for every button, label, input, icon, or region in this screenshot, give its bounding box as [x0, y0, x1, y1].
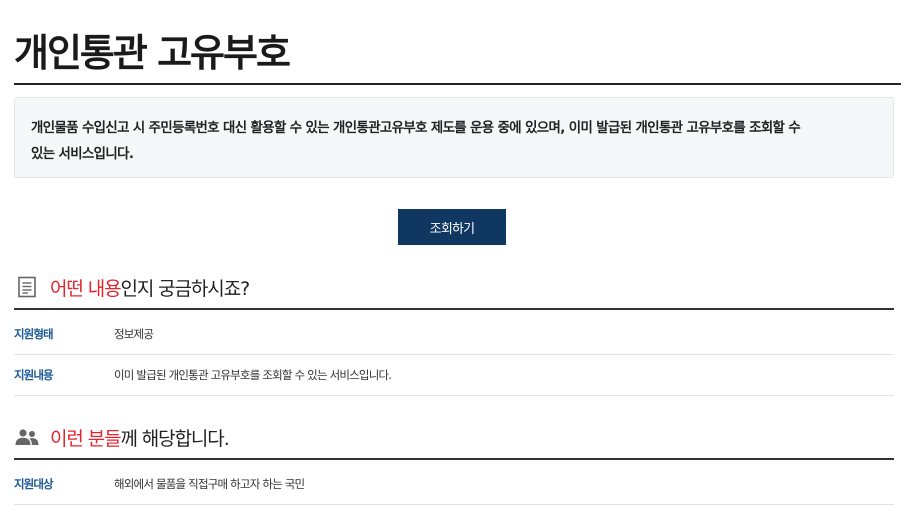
section-heading-text: 어떤 내용인지 궁금하시죠? [50, 274, 250, 301]
section-heading-text: 이런 분들께 해당합니다. [50, 424, 230, 451]
row-value: 이미 발급된 개인통관 고유부호를 조회할 수 있는 서비스입니다. [114, 368, 392, 382]
row-value: 정보제공 [114, 327, 154, 341]
row-label: 지원대상 [14, 477, 54, 491]
heading-accent: 어떤 내용 [50, 277, 122, 300]
people-icon [14, 424, 40, 450]
info-row-support-target: 지원대상 해외에서 물품을 직접구매 하고자 하는 국민 [14, 464, 894, 505]
intro-box: 개인물품 수입신고 시 주민등록번호 대신 활용할 수 있는 개인통관고유부호 … [14, 97, 894, 178]
document-icon [14, 274, 40, 300]
section-divider [14, 308, 894, 310]
title-divider [14, 83, 901, 85]
row-value: 해외에서 물품을 직접구매 하고자 하는 국민 [114, 477, 305, 491]
heading-rest: 께 해당합니다. [120, 427, 229, 450]
info-row-support-content: 지원내용 이미 발급된 개인통관 고유부호를 조회할 수 있는 서비스입니다. [14, 355, 894, 396]
section-heading-target: 이런 분들께 해당합니다. [14, 422, 230, 452]
lookup-button[interactable]: 조회하기 [398, 209, 506, 245]
intro-text-line-1: 개인물품 수입신고 시 주민등록번호 대신 활용할 수 있는 개인통관고유부호 … [31, 121, 801, 136]
section-divider [14, 458, 894, 460]
page-title: 개인통관 고유부호 [14, 31, 291, 75]
section-heading-content: 어떤 내용인지 궁금하시죠? [14, 272, 250, 302]
info-row-support-type: 지원형태 정보제공 [14, 314, 894, 355]
row-label: 지원내용 [14, 368, 54, 382]
row-label: 지원형태 [14, 327, 54, 341]
heading-accent: 이런 분들 [50, 427, 122, 450]
intro-text-line-2: 있는 서비스입니다. [31, 147, 134, 162]
heading-rest: 인지 궁금하시죠? [120, 277, 250, 300]
